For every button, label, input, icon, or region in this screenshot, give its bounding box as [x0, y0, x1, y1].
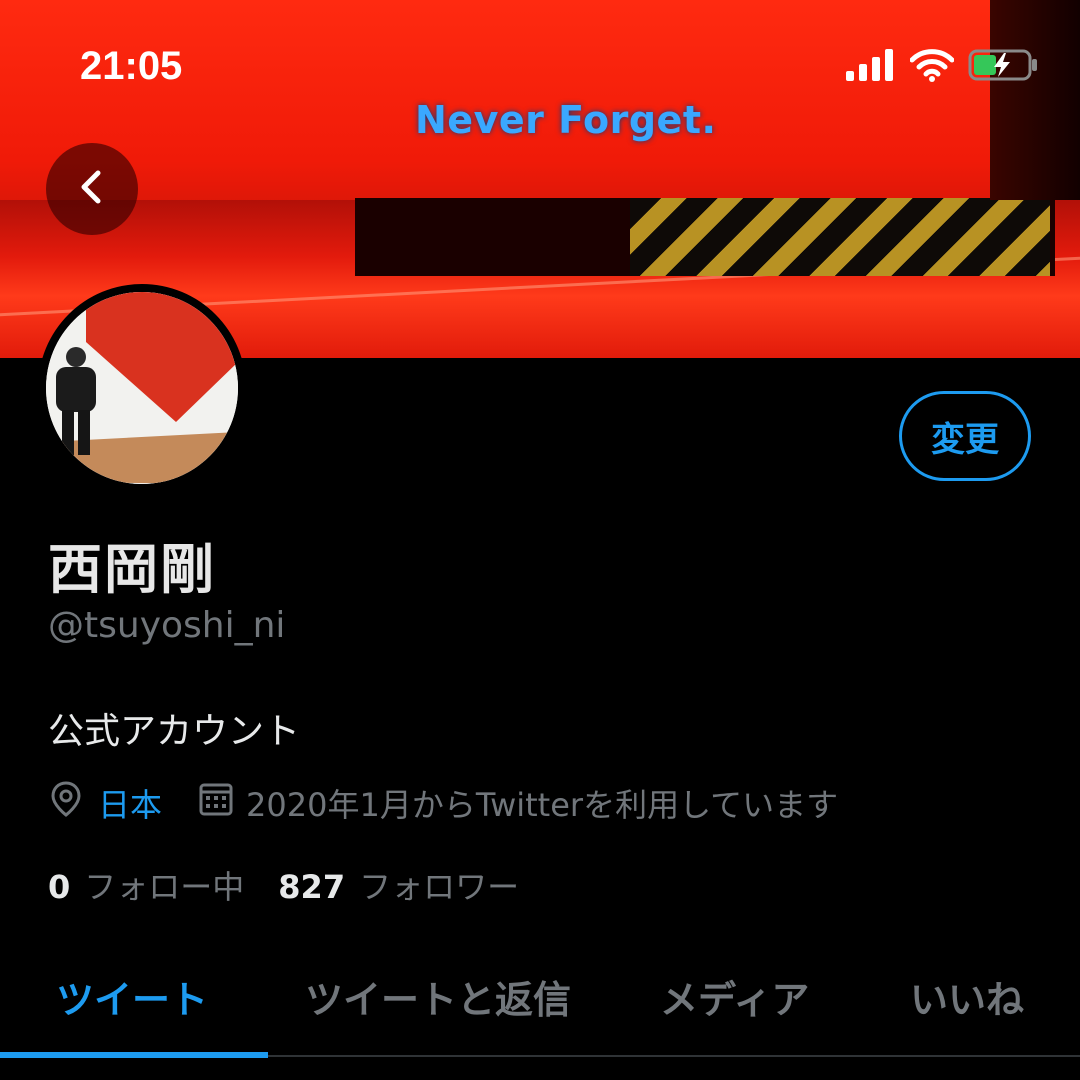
status-icons — [846, 48, 1040, 86]
calendar-icon — [198, 781, 234, 825]
avatar-photo — [46, 292, 238, 484]
edit-profile-button[interactable]: 変更 — [899, 391, 1031, 481]
joined-date: 2020年1月からTwitterを利用しています — [246, 786, 839, 824]
tab-tweets-replies[interactable]: ツイートと返信 — [305, 969, 571, 1024]
location-pin-icon — [48, 780, 84, 826]
signal-icon — [846, 49, 896, 85]
following-count[interactable]: 0 — [48, 868, 70, 906]
followers-count[interactable]: 827 — [278, 868, 345, 906]
profile-bio: 公式アカウント — [48, 711, 301, 752]
profile-meta: 日本 2020年1月からTwitterを利用しています — [48, 780, 838, 826]
user-handle: @tsuyoshi_ni — [48, 605, 286, 646]
display-name: 西岡剛 — [48, 538, 216, 601]
following-label[interactable]: フォロー中 — [84, 862, 244, 908]
profile-tabs: ツイート ツイートと返信 メディア いいね — [0, 945, 1080, 1058]
status-time: 21:05 — [80, 44, 183, 88]
back-button[interactable] — [46, 143, 138, 235]
tab-tweets[interactable]: ツイート — [56, 969, 208, 1024]
follow-stats: 0 フォロー中 827 フォロワー — [48, 862, 519, 908]
battery-charging-icon — [968, 48, 1040, 86]
profile-avatar[interactable] — [38, 284, 246, 492]
wifi-icon — [909, 48, 955, 86]
chevron-left-icon — [72, 167, 112, 211]
tab-likes[interactable]: いいね — [910, 969, 1024, 1024]
tab-media[interactable]: メディア — [660, 969, 809, 1024]
banner-hazard-stripes — [630, 198, 1050, 276]
banner-dark-edge — [990, 0, 1080, 200]
banner-caption: Never Forget. — [415, 98, 717, 142]
followers-label[interactable]: フォロワー — [359, 862, 519, 908]
location-link[interactable]: 日本 — [98, 780, 162, 826]
active-tab-indicator — [0, 1052, 268, 1058]
